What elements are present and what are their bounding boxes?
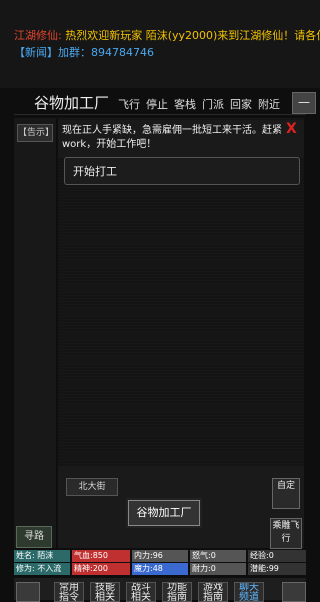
left-panel — [14, 118, 56, 548]
nav-fly[interactable]: 飞行 — [118, 96, 140, 112]
stamina: 耐力:0 — [190, 563, 246, 575]
nav-stop[interactable]: 停止 — [146, 96, 168, 112]
status-panel: 姓名: 陌沫 气血:850 内力:96 怒气:0 经验:0 修为: 不入流 精神… — [14, 550, 306, 576]
news-line: 【新闻】加群：894784746 — [14, 46, 154, 59]
player-name: 姓名: 陌沫 — [14, 550, 70, 562]
hp-bar: 气血:850 — [72, 550, 130, 562]
exp: 经验:0 — [248, 550, 306, 562]
nav-nearby[interactable]: 附近 — [258, 96, 280, 112]
tab-skills[interactable]: 技能相关 — [90, 582, 120, 602]
rage: 怒气:0 — [190, 550, 246, 562]
current-location[interactable]: 谷物加工厂 — [128, 500, 200, 526]
tab-functions[interactable]: 功能指南 — [162, 582, 192, 602]
custom-button[interactable]: 自定 — [272, 478, 300, 509]
page-title: 谷物加工厂 — [34, 94, 110, 112]
start-work-button[interactable]: 开始打工 — [64, 157, 300, 185]
mana-bar: 魔力:48 — [132, 563, 188, 575]
nav-home[interactable]: 回家 — [230, 96, 252, 112]
potential: 潜能:99 — [248, 563, 306, 575]
tab-common[interactable]: 常用指令 — [54, 582, 84, 602]
tab-chat[interactable]: 聊天频道 — [234, 582, 264, 602]
broadcast-tag: 江湖修仙: — [14, 29, 62, 42]
header-bar: 谷物加工厂 飞行 停止 客栈 门派 回家 附近 — — [14, 90, 316, 115]
pathfind-button[interactable]: 寻路 — [16, 526, 52, 548]
exit-north-street[interactable]: 北大街 — [66, 478, 118, 496]
broadcast-message: 热烈欢迎新玩家 陌沫(yy2000)来到江湖修仙！请各位 — [65, 29, 320, 42]
cultivation: 修为: 不入流 — [14, 563, 70, 575]
settings-icon[interactable] — [282, 582, 306, 602]
nav-inn[interactable]: 客栈 — [174, 96, 196, 112]
tab-combat[interactable]: 战斗相关 — [126, 582, 156, 602]
message-text: 现在正人手紧缺，急需雇佣一批短工来干活。赶紧work，开始工作吧！ — [62, 125, 282, 150]
menu-button[interactable]: — — [292, 92, 316, 114]
broadcast-line: 江湖修仙: 热烈欢迎新玩家 陌沫(yy2000)来到江湖修仙！请各位 — [14, 27, 320, 43]
notice-button[interactable]: 【告示】 — [17, 124, 54, 142]
nav-sect[interactable]: 门派 — [202, 96, 224, 112]
chat-icon[interactable] — [16, 582, 40, 602]
internal-force: 内力:96 — [132, 550, 188, 562]
tab-game-guide[interactable]: 游戏指南 — [198, 582, 228, 602]
spirit-bar: 精神:200 — [72, 563, 130, 575]
close-icon[interactable]: X — [286, 121, 297, 137]
eagle-fly-button[interactable]: 乘雕飞行 — [270, 518, 302, 549]
